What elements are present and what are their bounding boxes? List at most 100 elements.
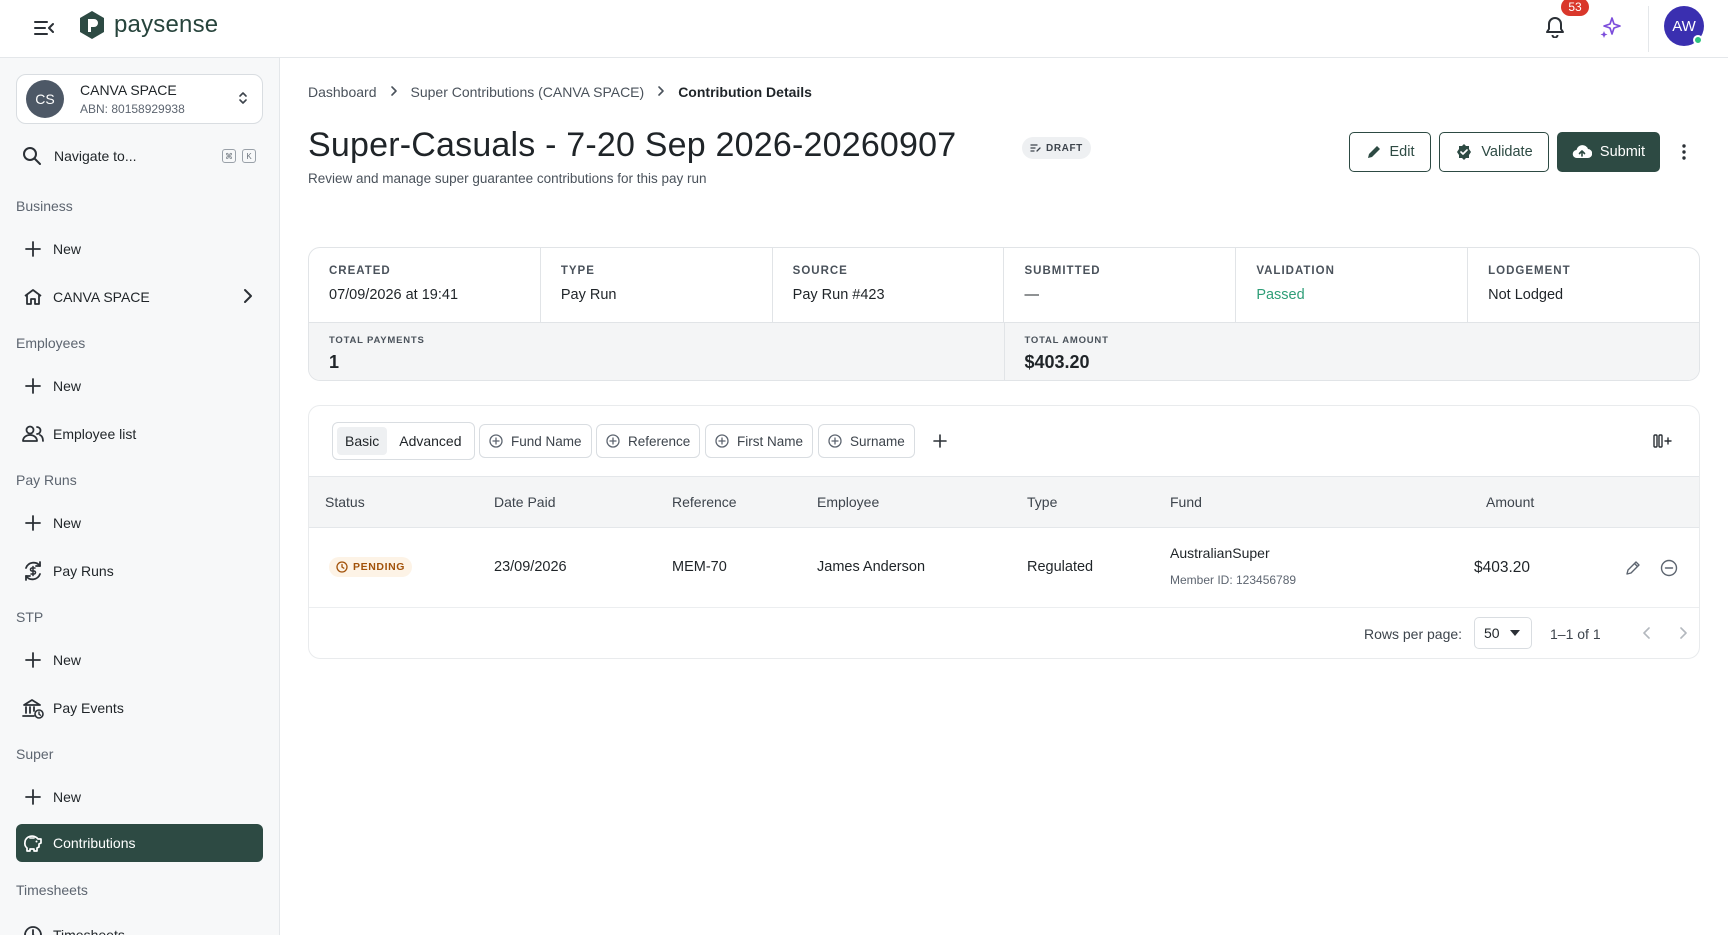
navigate-search[interactable]: Navigate to... ⌘ K — [16, 140, 263, 172]
table-row[interactable]: PENDING 23/09/2026 MEM-70 James Anderson… — [309, 528, 1699, 608]
notification-count-badge: 53 — [1561, 0, 1589, 16]
toggle-basic[interactable]: Basic — [337, 427, 388, 455]
filter-label: Reference — [628, 433, 691, 449]
breadcrumb-current: Contribution Details — [678, 84, 812, 100]
page-range: 1–1 of 1 — [1550, 626, 1601, 642]
filter-surname[interactable]: Surname — [818, 424, 915, 458]
rows-per-page-label: Rows per page: — [1364, 626, 1463, 642]
plus-icon — [22, 238, 44, 260]
sidebar-item-label: CANVA SPACE — [53, 289, 150, 305]
plus-icon — [22, 649, 44, 671]
sidebar-item-business-new[interactable]: New — [16, 230, 263, 268]
section-business: Business — [16, 198, 73, 214]
column-header-reference[interactable]: Reference — [672, 494, 737, 510]
previous-page-icon[interactable] — [1635, 621, 1659, 645]
status-badge-label: DRAFT — [1046, 142, 1083, 154]
clock-icon — [22, 924, 44, 935]
plus-icon — [22, 786, 44, 808]
validate-button-label: Validate — [1481, 144, 1533, 160]
edit-button[interactable]: Edit — [1349, 132, 1431, 172]
column-header-date-paid[interactable]: Date Paid — [494, 494, 555, 510]
filter-reference[interactable]: Reference — [596, 424, 701, 458]
section-stp: STP — [16, 609, 44, 625]
cell-amount: $403.20 — [1474, 559, 1531, 576]
summary-label: LODGEMENT — [1488, 265, 1571, 277]
breadcrumb: Dashboard Super Contributions (CANVA SPA… — [308, 84, 812, 100]
summary-total-amount: TOTAL AMOUNT $403.20 — [1005, 323, 1700, 380]
summary-label: VALIDATION — [1256, 265, 1335, 277]
sidebar-item-stp-new[interactable]: New — [16, 641, 263, 679]
column-header-amount[interactable]: Amount — [1486, 494, 1534, 510]
filter-fund-name[interactable]: Fund Name — [479, 424, 592, 458]
summary-validation: VALIDATION Passed — [1236, 248, 1469, 322]
sidebar-item-canva-space[interactable]: CANVA SPACE — [16, 278, 263, 316]
filter-first-name[interactable]: First Name — [705, 424, 814, 458]
sidebar-item-label: New — [53, 378, 82, 394]
sidebar-item-timesheets[interactable]: Timesheets — [16, 916, 263, 935]
toggle-advanced[interactable]: Advanced — [391, 427, 469, 455]
clock-icon — [336, 561, 348, 573]
plus-circle-icon — [606, 434, 620, 448]
more-options-icon[interactable] — [1670, 138, 1698, 166]
unfold-icon — [238, 90, 248, 111]
sidebar-item-employees-new[interactable]: New — [16, 367, 263, 405]
summary-created: CREATED 07/09/2026 at 19:41 — [309, 248, 541, 322]
breadcrumb-super-contributions[interactable]: Super Contributions (CANVA SPACE) — [411, 84, 645, 100]
notifications-icon[interactable] — [1540, 12, 1570, 42]
menu-collapse-icon[interactable] — [30, 14, 58, 42]
summary-total-payments: TOTAL PAYMENTS 1 — [309, 323, 1005, 380]
sidebar-item-label: Timesheets — [53, 927, 125, 935]
page-title: Super-Casuals - 7-20 Sep 2026-20260907 — [308, 126, 957, 164]
ai-assistant-icon[interactable] — [1596, 12, 1626, 42]
sidebar-item-label: New — [53, 241, 82, 257]
column-header-type[interactable]: Type — [1027, 494, 1057, 510]
validate-button[interactable]: Validate — [1439, 132, 1549, 172]
next-page-icon[interactable] — [1671, 621, 1695, 645]
status-badge-label: PENDING — [353, 561, 406, 573]
summary-value: Not Lodged — [1488, 287, 1564, 303]
breadcrumb-dashboard[interactable]: Dashboard — [308, 84, 377, 100]
section-timesheets: Timesheets — [16, 882, 88, 898]
cell-date-paid: 23/09/2026 — [494, 559, 567, 575]
rows-per-page-value: 50 — [1484, 625, 1500, 641]
org-avatar: CS — [26, 80, 64, 118]
remove-row-icon[interactable] — [1657, 556, 1681, 580]
sidebar-item-contributions[interactable]: Contributions — [16, 824, 263, 862]
organization-switcher[interactable]: CS CANVA SPACE ABN: 80158929938 — [16, 74, 263, 124]
sidebar-item-super-new[interactable]: New — [16, 778, 263, 816]
page-subtitle: Review and manage super guarantee contri… — [308, 171, 707, 186]
sidebar-item-pay-runs[interactable]: Pay Runs — [16, 552, 263, 590]
logo-icon — [80, 11, 104, 39]
add-filter-icon[interactable] — [927, 428, 953, 454]
chevron-right-icon — [657, 84, 665, 100]
rows-per-page-select[interactable]: 50 — [1474, 617, 1532, 649]
brand-logo[interactable]: paysense — [78, 10, 218, 40]
org-name: CANVA SPACE — [80, 82, 177, 98]
sidebar-item-pay-runs-new[interactable]: New — [16, 504, 263, 542]
summary-value: Passed — [1256, 287, 1305, 303]
summary-type: TYPE Pay Run — [541, 248, 773, 322]
column-header-employee[interactable]: Employee — [817, 494, 879, 510]
summary-value: 1 — [329, 352, 340, 372]
summary-lodgement: LODGEMENT Not Lodged — [1468, 248, 1699, 322]
navigate-search-label: Navigate to... — [54, 148, 137, 164]
contributions-table-card: Basic Advanced Fund Name Reference First… — [308, 405, 1700, 659]
column-header-status[interactable]: Status — [325, 494, 365, 510]
sidebar-item-employee-list[interactable]: Employee list — [16, 415, 263, 453]
k-key-hint: K — [242, 149, 256, 163]
summary-label: TYPE — [560, 265, 595, 277]
pencil-icon — [1366, 144, 1382, 160]
column-settings-icon[interactable] — [1650, 428, 1676, 454]
top-bar: paysense 53 AW — [0, 0, 1728, 58]
pagination: Rows per page: 50 1–1 of 1 — [309, 617, 1699, 651]
people-icon — [22, 423, 44, 445]
summary-value: Pay Run — [560, 287, 617, 303]
command-key-hint: ⌘ — [222, 149, 236, 163]
edit-row-icon[interactable] — [1621, 556, 1645, 580]
column-header-fund[interactable]: Fund — [1170, 494, 1202, 510]
sidebar-item-pay-events[interactable]: Pay Events — [16, 689, 263, 727]
home-icon — [22, 286, 44, 308]
verified-icon — [1455, 143, 1473, 161]
chevron-right-icon — [390, 84, 398, 100]
submit-button[interactable]: Submit — [1557, 132, 1660, 172]
